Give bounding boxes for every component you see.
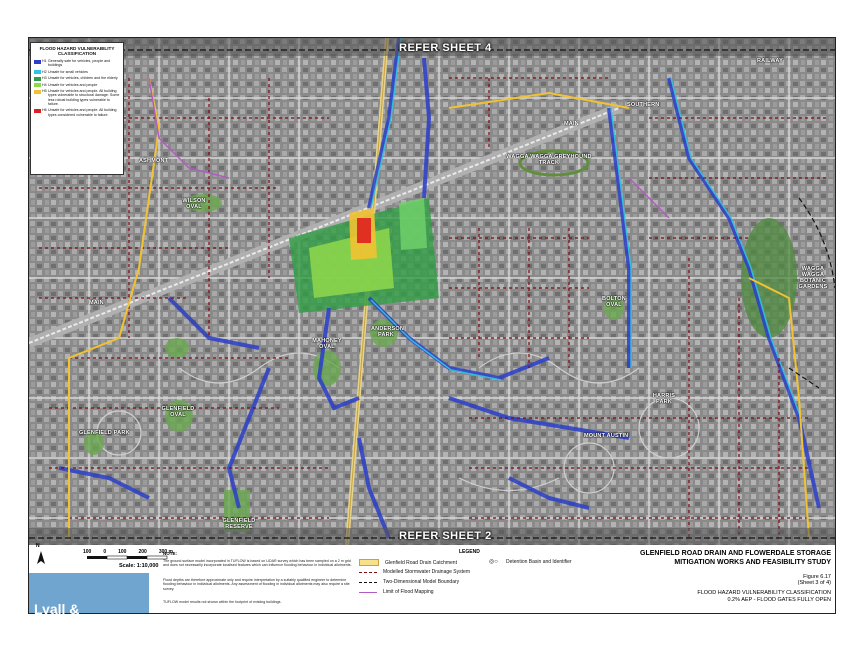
company-logo: Lyall & Associates (29, 573, 149, 628)
legend-model-boundary: Two-Dimensional Model Boundary (359, 579, 459, 585)
figure-subtitle: FLOOD HAZARD VULNERABILITY CLASSIFICATIO… (591, 590, 831, 604)
scale-ticks: 100 0 100 200 300 m (83, 549, 173, 555)
flood-limit-swatch (359, 591, 377, 593)
label-main-w: MAIN (89, 300, 104, 306)
figure-subtitle-line-1: FLOOD HAZARD VULNERABILITY CLASSIFICATIO… (697, 590, 831, 596)
map-legend-title: LEGEND (459, 549, 480, 555)
scale-tick: 200 (138, 549, 147, 555)
swatch-h1 (34, 59, 41, 64)
project-title-line-2: MITIGATION WORKS AND FEASIBILITY STUDY (674, 559, 831, 566)
label-main-ne: MAIN (564, 121, 579, 127)
project-title: GLENFIELD ROAD DRAIN AND FLOWERDALE STOR… (591, 549, 831, 567)
legend-stormwater-label: Modelled Stormwater Drainage System (383, 569, 470, 575)
legend-flood-limit: Limit of Flood Mapping (359, 589, 434, 595)
hazard-legend: FLOOD HAZARD VULNERABILITY CLASSIFICATIO… (30, 42, 124, 175)
note-paragraph-3: TUFLOW model results not shown within th… (163, 600, 282, 604)
swatch-h6 (34, 108, 41, 113)
detention-basin-icon: ◎○ (489, 559, 498, 565)
map-canvas (29, 38, 835, 546)
label-anderson-park: ANDERSON PARK (371, 326, 405, 338)
swatch-h4 (34, 83, 41, 88)
legend-catchment: Glenfield Road Drain Catchment (359, 559, 457, 566)
legend-flood-limit-label: Limit of Flood Mapping (383, 589, 434, 595)
title-panel: N 100 0 100 200 300 m Scale: 1:10,000 Ly… (28, 543, 836, 628)
label-ashmont: ASHMONT (139, 158, 169, 164)
refer-sheet-2[interactable]: REFER SHEET 2 (399, 530, 492, 542)
label-mount-austin: MOUNT AUSTIN (584, 433, 629, 439)
scale-tick: 100 (83, 549, 92, 555)
hazard-legend-row-h1: H1 Generally safe for vehicles, people a… (34, 59, 120, 68)
notes-title: NOTE: (163, 551, 177, 556)
hazard-legend-row-h4: H4 Unsafe for vehicles and people (34, 83, 120, 88)
flood-map[interactable]: REFER SHEET 4 REFER SHEET 2 RAILWAY SOUT… (28, 37, 836, 547)
label-glenfield-park: GLENFIELD PARK (79, 430, 130, 436)
hazard-desc: Unsafe for vehicles, children and the el… (48, 76, 118, 81)
legend-detention-label: Detention Basin and Identifier (506, 559, 572, 565)
label-greyhound-track: WAGGA WAGGA GREYHOUND TRACK (506, 154, 592, 166)
north-label: N (36, 543, 40, 549)
label-glenfield-reserve: GLENFIELD RESERVE (222, 518, 256, 530)
label-bolton-oval: BOLTON OVAL (602, 296, 626, 308)
label-harris-park: HARRIS PARK (652, 393, 676, 405)
scale-tick: 100 (118, 549, 127, 555)
label-railway: RAILWAY (757, 58, 783, 64)
swatch-h5 (34, 89, 41, 94)
legend-detention-basin: ◎○ Detention Basin and Identifier (489, 559, 572, 565)
label-wilson-oval: WILSON OVAL (182, 198, 206, 210)
logo-line-2: Associates (34, 613, 108, 629)
scale-text: Scale: 1:10,000 (119, 563, 159, 569)
project-title-line-1: GLENFIELD ROAD DRAIN AND FLOWERDALE STOR… (640, 550, 831, 557)
label-mahoney-oval: MAHONEY OVAL (312, 338, 342, 350)
legend-stormwater: Modelled Stormwater Drainage System (359, 569, 470, 575)
hazard-legend-row-h5: H5 Unsafe for vehicles and people. All b… (34, 89, 120, 106)
model-boundary-swatch (359, 581, 377, 583)
north-arrow-icon (37, 551, 45, 564)
title-block: GLENFIELD ROAD DRAIN AND FLOWERDALE STOR… (591, 549, 831, 604)
legend-catchment-label: Glenfield Road Drain Catchment (385, 559, 457, 566)
swatch-h2 (34, 70, 41, 75)
stormwater-swatch (359, 571, 377, 573)
note-paragraph-2: Flood depths are therefore approximate o… (163, 578, 350, 591)
hazard-desc: Unsafe for vehicles and people. All buil… (48, 89, 120, 106)
label-glenfield-oval: GLENFIELD OVAL (161, 406, 195, 418)
hazard-legend-row-h2: H2 Unsafe for small vehicles (34, 70, 120, 75)
label-botanic-gardens: WAGGA WAGGA BOTANIC GARDENS (798, 266, 828, 290)
hazard-legend-title: FLOOD HAZARD VULNERABILITY CLASSIFICATIO… (39, 46, 115, 56)
label-southern: SOUTHERN (627, 102, 660, 108)
figure-subtitle-line-2: 0.2% AEP - FLOOD GATES FULLY OPEN (727, 597, 831, 603)
legend-model-boundary-label: Two-Dimensional Model Boundary (383, 579, 460, 585)
scale-tick: 0 (103, 549, 107, 555)
hazard-desc: Unsafe for small vehicles (48, 69, 88, 74)
logo-text: Lyall & Associates (34, 602, 108, 629)
note-paragraph-1: The ground surface model incorporated in… (163, 559, 352, 568)
hazard-desc: Generally safe for vehicles, people and … (48, 59, 111, 68)
swatch-h3 (34, 76, 41, 81)
refer-sheet-4[interactable]: REFER SHEET 4 (399, 42, 492, 54)
hazard-desc: Unsafe for vehicles and people (48, 82, 98, 87)
hazard-legend-row-h3: H3 Unsafe for vehicles, children and the… (34, 76, 120, 81)
hazard-desc: Unsafe for vehicles and people. All buil… (48, 108, 117, 117)
catchment-swatch (359, 559, 379, 566)
sheet-number: (Sheet 3 of 4) (797, 580, 831, 586)
hazard-legend-row-h6: H6 Unsafe for vehicles and people. All b… (34, 108, 120, 117)
